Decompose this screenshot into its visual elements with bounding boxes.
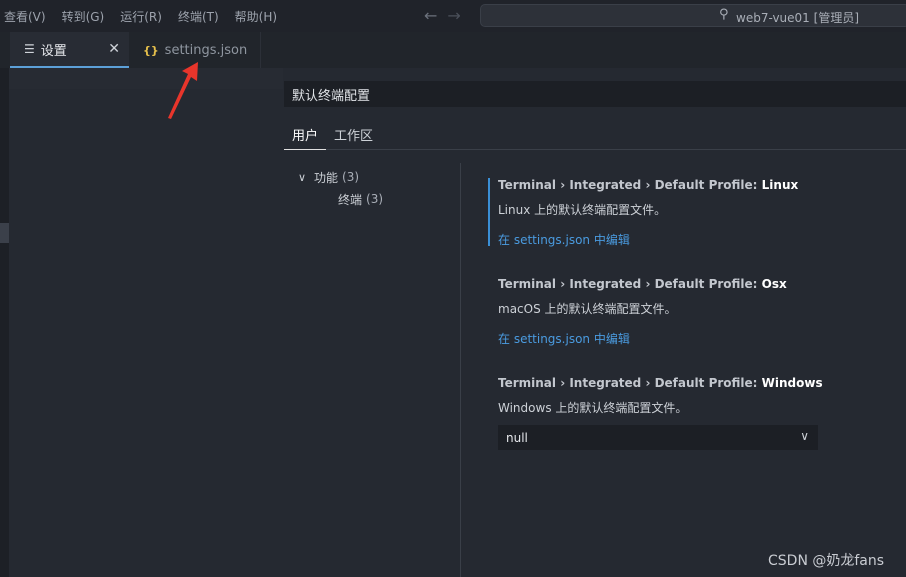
side-pane-header [9,68,283,89]
settings-search-input[interactable] [285,82,905,106]
edit-in-settings-json-link[interactable]: 在 settings.json 中编辑 [498,231,898,248]
activity-marker [0,223,9,243]
json-braces-icon: {} [143,43,159,57]
toc-features-label: 功能 [314,170,339,185]
annotation-arrow-icon [168,62,198,119]
setting-description: Linux 上的默认终端配置文件。 [498,203,667,217]
navigation-arrows: ← → [424,6,471,25]
tab-settings-label: 设置 [40,43,67,59]
toc-features-count: (3) [342,170,360,184]
setting-title-prefix: Terminal › Integrated › Default Profile: [498,376,762,390]
title-bar: 查看(V) 转到(G) 运行(R) 终端(T) 帮助(H) ← → ⚲ web7-… [0,0,906,32]
tab-settings[interactable]: ☰ 设置 ✕ [10,32,129,68]
toc-divider [460,163,461,577]
chevron-down-icon: ∨ [298,170,307,184]
tab-settings-json-label: settings.json [164,42,248,58]
setting-title-prefix: Terminal › Integrated › Default Profile: [498,277,762,291]
setting-default-profile-osx: Terminal › Integrated › Default Profile:… [498,277,898,347]
search-icon: ⚲ [719,7,729,22]
setting-default-profile-windows: Terminal › Integrated › Default Profile:… [498,376,898,416]
menu-bar: 查看(V) 转到(G) 运行(R) 终端(T) 帮助(H) [4,8,293,25]
setting-title-key: Osx [761,277,787,291]
tab-workspace[interactable]: 工作区 [334,125,373,144]
activity-bar [0,68,9,577]
setting-title-key: Linux [761,178,799,192]
menu-view[interactable]: 查看(V) [4,8,46,25]
toc-terminal-count: (3) [366,192,384,206]
setting-title: Terminal › Integrated › Default Profile:… [498,277,898,291]
settings-editor-icon: ☰ [24,42,35,56]
focused-setting-indicator [488,178,490,246]
settings-search-box[interactable] [284,81,906,107]
windows-profile-select[interactable]: null ∨ [498,425,818,450]
setting-title-prefix: Terminal › Integrated › Default Profile: [498,178,762,192]
editor-tab-bar: ☰ 设置 ✕ {} settings.json [0,32,906,68]
menu-help[interactable]: 帮助(H) [235,8,277,25]
setting-title: Terminal › Integrated › Default Profile:… [498,376,898,390]
toc-terminal-label: 终端 [338,192,363,207]
side-pane [9,68,283,577]
tab-user[interactable]: 用户 [284,125,326,150]
watermark: CSDN @奶龙fans [768,553,885,569]
settings-toc: ∨ 功能 (3) 终端 (3) [298,166,383,210]
select-value: null [506,431,528,445]
forward-arrow-icon[interactable]: → [447,6,460,25]
menu-terminal[interactable]: 终端(T) [178,8,219,25]
edit-in-settings-json-link[interactable]: 在 settings.json 中编辑 [498,330,898,347]
setting-title-key: Windows [761,376,823,390]
toc-item-features[interactable]: ∨ 功能 (3) [298,166,383,188]
setting-description: macOS 上的默认终端配置文件。 [498,302,677,316]
chevron-down-icon: ∨ [800,429,809,443]
back-arrow-icon[interactable]: ← [424,6,437,25]
setting-default-profile-linux: Terminal › Integrated › Default Profile:… [498,178,898,248]
close-icon[interactable]: ✕ [108,41,120,57]
setting-title: Terminal › Integrated › Default Profile:… [498,178,898,192]
settings-scope-tabs: 用户 工作区 [284,118,906,150]
workspace-title: web7-vue01 [管理员] [736,11,859,25]
setting-description: Windows 上的默认终端配置文件。 [498,401,688,415]
command-center-search[interactable]: ⚲ web7-vue01 [管理员] [480,4,906,27]
menu-go[interactable]: 转到(G) [62,8,105,25]
menu-run[interactable]: 运行(R) [120,8,162,25]
toc-item-terminal[interactable]: 终端 (3) [298,188,383,210]
